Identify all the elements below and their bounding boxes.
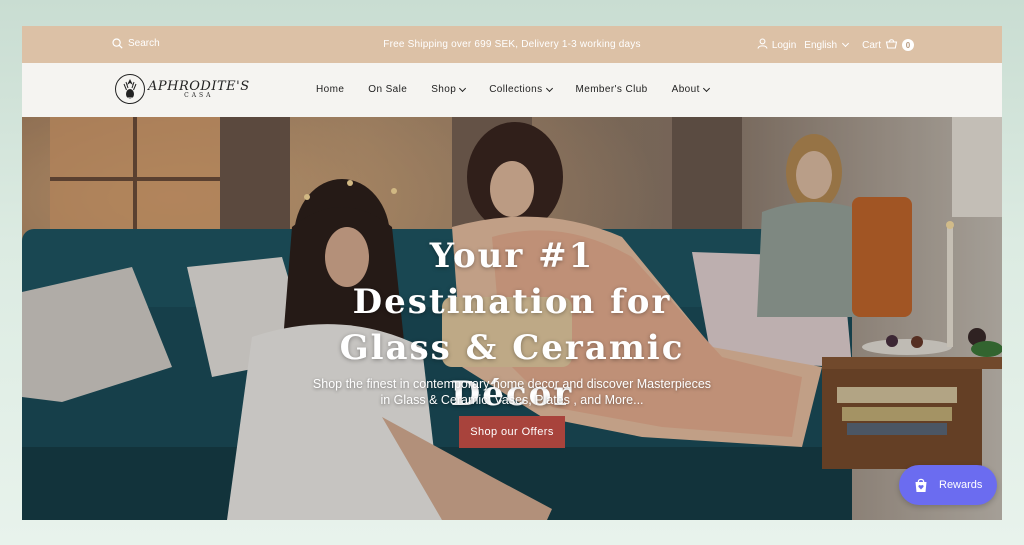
nav-home-label: Home (316, 84, 345, 95)
cart-icon (885, 38, 898, 52)
language-selector[interactable]: English (804, 39, 850, 51)
chevron-down-icon (459, 84, 467, 92)
nav-about[interactable]: About (671, 84, 710, 95)
cart-count-badge: 0 (902, 39, 914, 51)
store-frame: Search Free Shipping over 699 SEK, Deliv… (22, 26, 1002, 520)
rewards-label: Rewards (939, 479, 983, 491)
announcement-bar: Search Free Shipping over 699 SEK, Deliv… (22, 26, 1002, 63)
chevron-down-icon (545, 84, 553, 92)
nav-about-label: About (671, 84, 700, 95)
nav-shop[interactable]: Shop (431, 84, 467, 95)
hero-subtitle: Shop the finest in contemporary home dec… (312, 377, 712, 407)
chevron-down-icon (842, 39, 850, 48)
chevron-down-icon (702, 84, 710, 92)
nav-home[interactable]: Home (316, 84, 344, 95)
login-label: Login (771, 39, 797, 51)
rewards-launcher[interactable]: Rewards (899, 465, 997, 505)
language-label: English (804, 39, 838, 51)
user-icon (757, 38, 768, 52)
shop-offers-button[interactable]: Shop our Offers (459, 416, 565, 448)
cart-link[interactable]: Cart 0 (862, 38, 914, 52)
logo-sub: CASA (184, 92, 214, 99)
account-tools: Login English Cart 0 (757, 38, 914, 52)
nav-on-sale[interactable]: On Sale (368, 84, 407, 95)
nav-members-club[interactable]: Member's Club (576, 84, 648, 95)
cart-label: Cart (862, 39, 881, 51)
login-link[interactable]: Login (757, 38, 796, 52)
site-logo[interactable]: APHRODITE'S CASA (114, 73, 250, 105)
nav-collections-label: Collections (489, 84, 543, 95)
bag-heart-icon (913, 477, 929, 493)
hero-banner: Your #1 Destination for Glass & Ceramic … (22, 117, 1002, 520)
nav-on-sale-label: On Sale (368, 84, 408, 95)
nav-members-club-label: Member's Club (575, 84, 648, 95)
nav-shop-label: Shop (431, 84, 457, 95)
logo-mark (115, 74, 145, 104)
logo-wordmark: APHRODITE'S CASA (148, 79, 250, 99)
nav-collections[interactable]: Collections (489, 84, 553, 95)
main-nav: Home On Sale Shop Collections Member's C… (316, 84, 710, 95)
site-header: APHRODITE'S CASA Home On Sale Shop Colle… (22, 63, 1002, 117)
